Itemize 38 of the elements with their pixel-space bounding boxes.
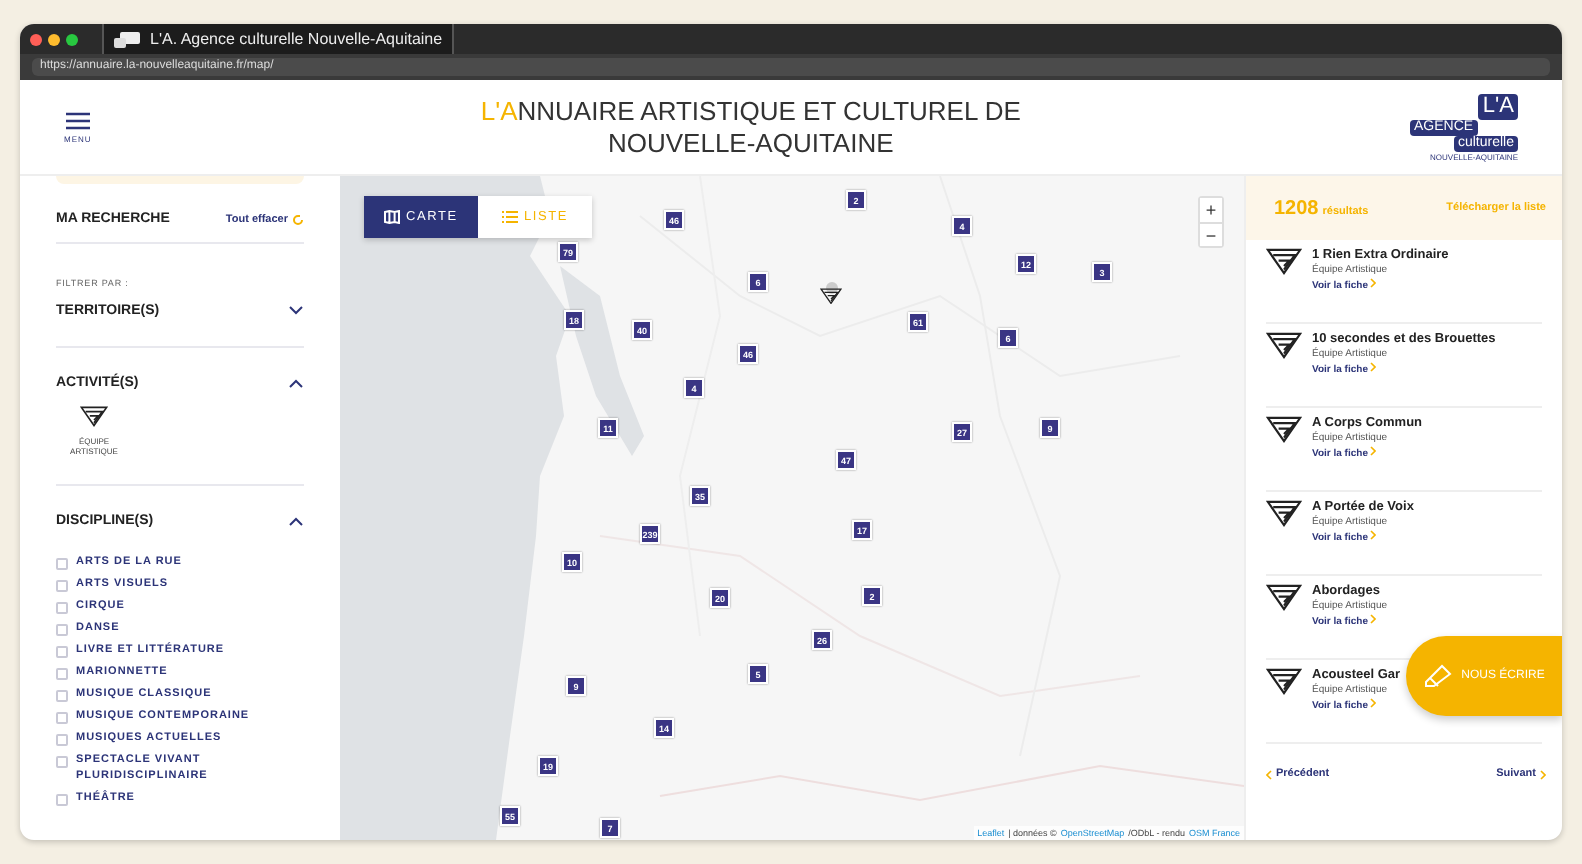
maximize-window-button[interactable] — [66, 33, 78, 45]
page-title: L'ANNUAIRE ARTISTIQUE ET CULTUREL DE NOUVELLE-AQUITAINE — [480, 95, 1021, 159]
triangle-logo-icon — [1266, 668, 1302, 695]
checkbox[interactable] — [56, 756, 68, 769]
triangle-logo-icon — [80, 406, 108, 427]
checkbox[interactable] — [56, 601, 68, 614]
checkbox[interactable] — [56, 712, 68, 725]
checkbox[interactable] — [56, 793, 68, 806]
checkbox[interactable] — [56, 557, 68, 569]
pencil-icon — [1423, 664, 1452, 688]
chevron-right-icon — [1370, 614, 1377, 624]
checkbox[interactable] — [56, 667, 68, 680]
chevron-right-icon — [1370, 698, 1377, 708]
list-icon — [501, 210, 518, 224]
chevron-right-icon — [1370, 446, 1377, 456]
checkbox[interactable] — [56, 690, 68, 703]
chevron-left-icon — [1266, 769, 1272, 779]
chevron-right-icon — [1370, 362, 1377, 372]
chevron-right-icon — [1540, 769, 1546, 779]
triangle-logo-icon — [1266, 332, 1302, 359]
checkbox[interactable] — [56, 623, 68, 636]
zoom-out-button[interactable]: − — [1200, 222, 1222, 246]
refresh-icon — [292, 213, 304, 225]
chevron-right-icon — [1370, 530, 1377, 540]
minimize-window-button[interactable] — [48, 33, 60, 45]
triangle-logo-icon — [820, 287, 842, 304]
checkbox[interactable] — [56, 734, 68, 747]
close-window-button[interactable] — [30, 33, 42, 45]
checkbox[interactable] — [56, 579, 68, 592]
triangle-logo-icon — [1266, 248, 1302, 275]
checkbox[interactable] — [56, 645, 68, 658]
result-count: 1208 — [1274, 197, 1319, 219]
triangle-logo-icon — [1266, 584, 1302, 611]
triangle-logo-icon — [1266, 416, 1302, 443]
triangle-logo-icon — [1266, 500, 1302, 527]
map-icon — [384, 210, 401, 224]
favicon-icon — [114, 31, 142, 47]
chevron-right-icon — [1370, 278, 1377, 288]
